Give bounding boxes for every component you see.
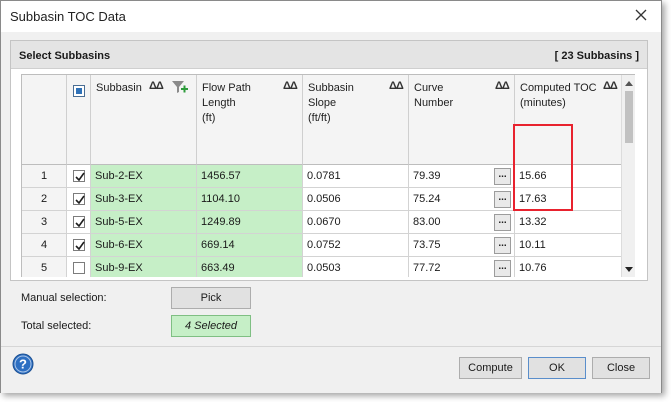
row-number: 3 [22,211,67,234]
column-header-curve[interactable]: Curve Number ΔΔ [409,75,515,165]
curve-number-browse-button[interactable]: ... [494,214,511,231]
row-checkbox-cell [67,211,91,234]
curve-number-value: 77.72 [413,262,441,274]
curve-number-browse-button[interactable]: ... [494,191,511,208]
close-icon[interactable] [632,6,650,24]
column-header-toc[interactable]: Computed TOC (minutes) ΔΔ [515,75,622,165]
curve-number-value: 79.39 [413,170,441,182]
flow-path-cell[interactable]: 1104.10 [197,188,303,211]
curve-number-cell[interactable]: 77.72... [409,257,515,277]
row-checkbox-cell [67,188,91,211]
curve-number-value: 83.00 [413,216,441,228]
total-selected-label: Total selected: [21,320,92,332]
computed-toc-cell[interactable]: 10.11 [515,234,622,257]
curve-number-browse-button[interactable]: ... [494,237,511,254]
sort-icon[interactable]: ΔΔ [495,80,510,92]
curve-number-cell[interactable]: 83.00... [409,211,515,234]
group-header: Select Subbasins [ 23 Subbasins ] [11,41,647,69]
subbasin-count: [ 23 Subbasins ] [554,50,639,62]
curve-number-cell[interactable]: 75.24... [409,188,515,211]
curve-number-value: 75.24 [413,193,441,205]
column-header-subbasin-label: Subbasin [96,82,142,94]
flow-path-cell[interactable]: 669.14 [197,234,303,257]
slope-cell[interactable]: 0.0781 [303,165,409,188]
flow-path-cell[interactable]: 663.49 [197,257,303,277]
column-header-slope[interactable]: Subbasin Slope (ft/ft) ΔΔ [303,75,409,165]
subbasin-cell[interactable]: Sub-9-EX [91,257,197,277]
filter-add-icon[interactable] [171,79,189,95]
scroll-down-icon[interactable] [624,266,634,274]
slope-cell[interactable]: 0.0506 [303,188,409,211]
select-subbasins-group: Select Subbasins [ 23 Subbasins ] Subbas… [10,40,648,281]
curve-number-cell[interactable]: 73.75... [409,234,515,257]
checkmark-icon [75,241,85,251]
pick-button[interactable]: Pick [171,287,251,309]
subbasin-cell[interactable]: Sub-3-EX [91,188,197,211]
row-number: 2 [22,188,67,211]
compute-button[interactable]: Compute [459,357,522,379]
ok-button[interactable]: OK [528,357,586,379]
vertical-scrollbar[interactable] [621,75,635,277]
subbasin-grid: Subbasin ΔΔ Flow Path Length (ft) ΔΔ Sub… [21,74,635,277]
computed-toc-cell[interactable]: 15.66 [515,165,622,188]
checkmark-icon [75,195,85,205]
row-number-header [22,75,67,165]
column-header-toc-label: Computed TOC (minutes) [520,82,597,109]
window-title: Subbasin TOC Data [10,9,126,24]
flow-path-cell[interactable]: 1456.57 [197,165,303,188]
slope-cell[interactable]: 0.0670 [303,211,409,234]
help-icon[interactable]: ? [12,353,34,375]
subbasin-cell[interactable]: Sub-6-EX [91,234,197,257]
subbasin-cell[interactable]: Sub-2-EX [91,165,197,188]
slope-cell[interactable]: 0.0503 [303,257,409,277]
sort-icon[interactable]: ΔΔ [389,80,404,92]
sort-icon[interactable]: ΔΔ [149,80,164,92]
close-button[interactable]: Close [592,357,650,379]
indeterminate-mark [76,88,82,94]
select-all-checkbox[interactable] [73,85,85,97]
sort-icon[interactable]: ΔΔ [603,80,618,92]
scroll-thumb[interactable] [625,91,633,143]
curve-number-value: 73.75 [413,239,441,251]
title-bar: Subbasin TOC Data [1,1,661,32]
row-checkbox[interactable] [73,193,85,205]
row-checkbox-cell [67,234,91,257]
row-checkbox-cell [67,257,91,277]
row-checkbox[interactable] [73,239,85,251]
selected-count-value: 4 Selected [171,315,251,337]
column-header-flow-path[interactable]: Flow Path Length (ft) ΔΔ [197,75,303,165]
row-number: 1 [22,165,67,188]
column-header-flow-path-label: Flow Path Length (ft) [202,82,251,124]
row-number: 4 [22,234,67,257]
column-header-curve-label: Curve Number [414,82,454,109]
row-checkbox[interactable] [73,262,85,274]
svg-text:?: ? [19,357,27,372]
checkmark-icon [75,218,85,228]
computed-toc-cell[interactable]: 13.32 [515,211,622,234]
row-checkbox-cell [67,165,91,188]
sort-icon[interactable]: ΔΔ [283,80,298,92]
flow-path-cell[interactable]: 1249.89 [197,211,303,234]
row-checkbox[interactable] [73,216,85,228]
computed-toc-cell[interactable]: 10.76 [515,257,622,277]
curve-number-browse-button[interactable]: ... [494,168,511,185]
manual-selection-label: Manual selection: [21,292,107,304]
slope-cell[interactable]: 0.0752 [303,234,409,257]
group-title: Select Subbasins [19,50,111,62]
select-all-header [67,75,91,165]
subbasin-cell[interactable]: Sub-5-EX [91,211,197,234]
checkmark-icon [75,172,85,182]
column-header-slope-label: Subbasin Slope (ft/ft) [308,82,354,124]
computed-toc-cell[interactable]: 17.63 [515,188,622,211]
row-checkbox[interactable] [73,170,85,182]
dialog-window: Subbasin TOC Data Select Subbasins [ 23 … [0,0,662,393]
column-header-subbasin[interactable]: Subbasin ΔΔ [91,75,197,165]
curve-number-browse-button[interactable]: ... [494,260,511,277]
row-number: 5 [22,257,67,277]
curve-number-cell[interactable]: 79.39... [409,165,515,188]
scroll-up-icon[interactable] [624,79,634,87]
